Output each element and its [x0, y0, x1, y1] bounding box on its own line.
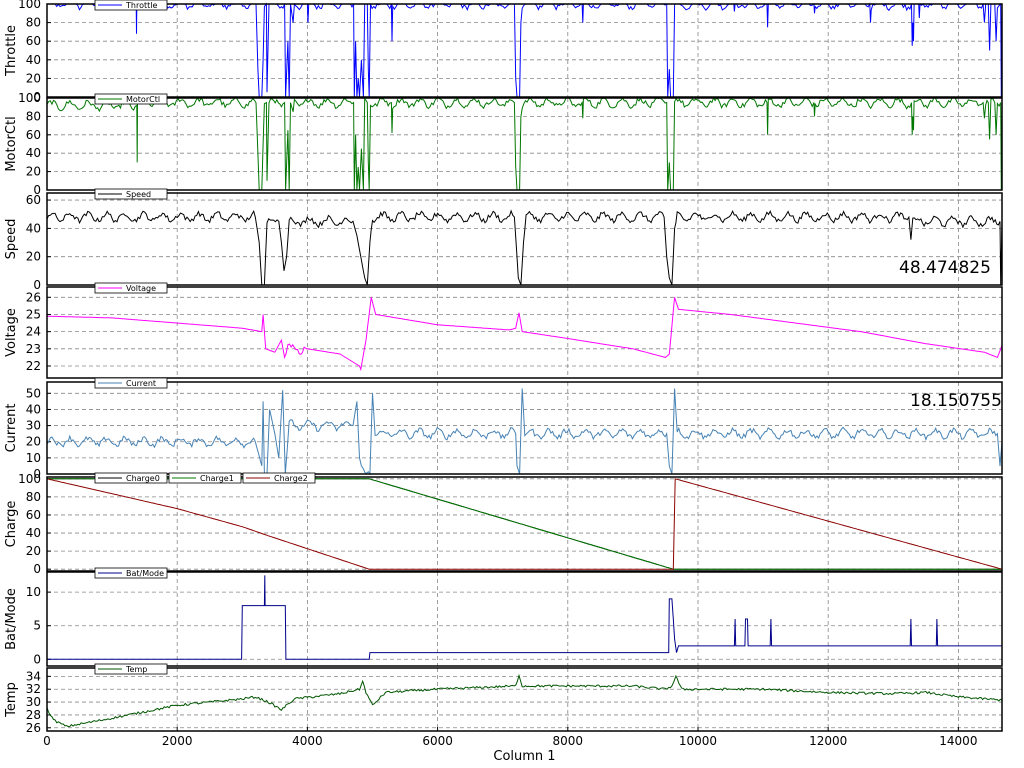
series-line-voltage [47, 297, 1003, 372]
y-tick-label: 32 [26, 682, 41, 696]
y-axis-label: Voltage [4, 308, 19, 357]
speed-readout: 48.474825 [899, 258, 991, 278]
panel-frame [46, 667, 1003, 732]
panel-2: 0204060SpeedSpeed [4, 188, 1003, 292]
y-tick-label: 100 [18, 0, 41, 11]
legend-label: Charge2 [274, 474, 308, 483]
legend-label: Current [126, 379, 156, 388]
series-line-throttle [47, 2, 1003, 98]
panel-0: 020406080100ThrottleThrottle [4, 0, 1003, 104]
y-tick-label: 30 [26, 695, 41, 709]
series-line-charge1 [47, 478, 1002, 570]
panel-5: 0 20 40 60 80 100 Charge Charge0 Charge1 Charge2 [4, 472, 1003, 576]
y-tick-label: 60 [26, 34, 41, 48]
y-tick-label: 20 [26, 71, 41, 85]
plot-stage: 0 20 40 60 80 100 Throttle Throttle 0 20 40 60 80 100… [0, 0, 1024, 768]
y-tick-label: 26 [26, 721, 41, 735]
y-tick-label: 10 [26, 585, 41, 599]
x-tick-label: 8000 [553, 734, 584, 748]
y-tick-label: 10 [26, 451, 41, 465]
y-axis-label: Temp [4, 682, 19, 718]
y-tick-label: 80 [26, 109, 41, 123]
legend-label: Charge0 [126, 474, 160, 483]
y-tick-label: 5 [33, 619, 41, 633]
x-tick-label: 2000 [162, 734, 193, 748]
panel-7: 2628303234 Temp Temp [4, 663, 1003, 735]
y-tick-label: 60 [26, 128, 41, 142]
series-line-charge2 [46, 478, 1003, 570]
y-tick-label: 20 [26, 544, 41, 558]
y-tick-label: 28 [26, 708, 41, 722]
y-tick-label: 34 [26, 669, 41, 683]
y-tick-label: 0 [33, 652, 41, 666]
panel-frame [46, 97, 1003, 191]
panel-frame [46, 192, 1003, 286]
panel-frame [46, 286, 1003, 379]
panel-6: 0 5 10 Bat/Mode Bat/Mode [4, 567, 1003, 667]
panel-frame [46, 3, 1003, 98]
y-tick-label: 24 [26, 325, 41, 339]
y-tick-label: 25 [26, 307, 41, 321]
x-tick-label: 14000 [939, 734, 977, 748]
y-tick-label: 60 [26, 508, 41, 522]
series-line-motorctl [46, 96, 1003, 191]
y-tick-label: 20 [26, 165, 41, 179]
panel-1: 020406080100MotorCtlMotorCtl [4, 91, 1003, 197]
y-tick-label: 0 [33, 562, 41, 576]
legend-label: Throttle [125, 1, 157, 10]
y-tick-label: 22 [26, 359, 41, 373]
legend-label: Temp [125, 665, 147, 674]
x-tick-label: 4000 [292, 734, 323, 748]
y-tick-label: 40 [26, 402, 41, 416]
legend-label: MotorCtl [126, 95, 160, 104]
series-line-temp [46, 673, 1003, 728]
panel-frame [46, 571, 1003, 667]
x-tick-label: 12000 [809, 734, 847, 748]
legend-label: Voltage [126, 284, 156, 293]
y-axis-label: Bat/Mode [4, 588, 19, 650]
x-axis-label: Column 1 [493, 749, 555, 764]
y-tick-label: 80 [26, 16, 41, 30]
y-axis-label: Throttle [4, 25, 19, 77]
panel-3: 22 23 24 25 26 Voltage Voltage [4, 282, 1003, 379]
series-line-charge0 [47, 478, 1002, 570]
y-tick-label: 40 [26, 221, 41, 235]
series-line-bat-mode [47, 575, 1002, 660]
series-line-speed [46, 209, 1003, 286]
y-tick-label: 100 [18, 91, 41, 105]
current-readout: 18.150755 [910, 391, 1002, 411]
y-tick-label: 30 [26, 419, 41, 433]
y-tick-label: 100 [18, 472, 41, 486]
x-tick-label: 6000 [422, 734, 453, 748]
legend-label: Bat/Mode [126, 569, 164, 578]
y-tick-label: 26 [26, 290, 41, 304]
x-tick-label: 0 [43, 734, 51, 748]
x-tick-label: 10000 [679, 734, 717, 748]
y-axis-label: Current [4, 404, 19, 453]
y-tick-label: 40 [26, 526, 41, 540]
y-tick-label: 40 [26, 146, 41, 160]
legend-label: Charge1 [200, 474, 234, 483]
series-line-current [46, 388, 1003, 476]
y-tick-label: 20 [26, 435, 41, 449]
stacked-line-charts: 020406080100ThrottleThrottle020406080100… [4, 0, 1003, 764]
panel-frame [46, 476, 1003, 572]
y-tick-label: 50 [26, 386, 41, 400]
y-axis-label: MotorCtl [4, 116, 19, 171]
y-tick-label: 80 [26, 490, 41, 504]
y-tick-label: 23 [26, 342, 41, 356]
y-axis-label: Charge [4, 501, 19, 548]
legend-label: Speed [126, 190, 151, 199]
panel-4: 01020304050CurrentCurrent [4, 377, 1003, 481]
y-tick-label: 40 [26, 53, 41, 67]
y-axis-label: Speed [4, 219, 19, 260]
y-tick-label: 20 [26, 250, 41, 264]
y-tick-label: 60 [26, 193, 41, 207]
